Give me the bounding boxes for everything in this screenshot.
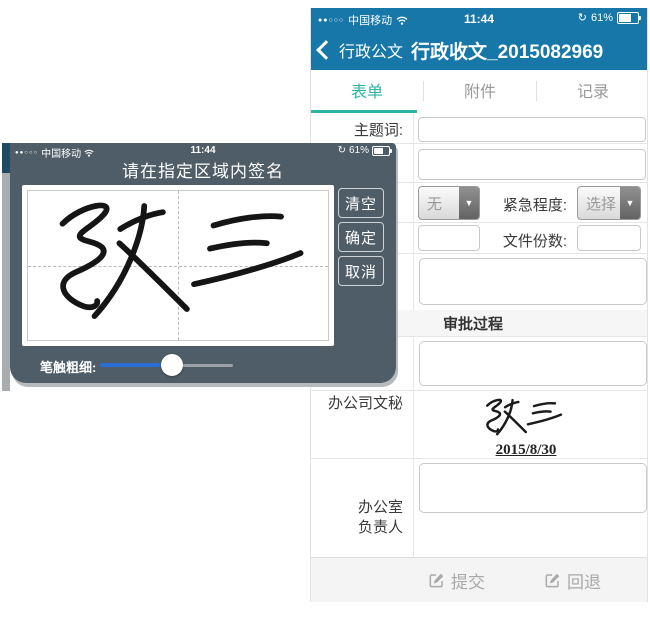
- clear-button[interactable]: 清空: [338, 188, 384, 218]
- signature-date: 2015/8/30: [461, 442, 591, 459]
- footer-bar: 提交 回退: [311, 557, 647, 602]
- rollback-button[interactable]: 回退: [544, 558, 601, 603]
- page-title: 行政收文_2015082969: [411, 37, 603, 64]
- battery-icon: [617, 12, 639, 24]
- tab-attachments[interactable]: 附件: [424, 70, 536, 110]
- tab-bar: 表单 附件 记录: [311, 70, 647, 113]
- edit-icon: [428, 572, 445, 589]
- approval-textarea[interactable]: [419, 341, 647, 386]
- dropdown-arrow-icon: ▼: [620, 187, 640, 219]
- remark-textarea[interactable]: [419, 258, 647, 305]
- battery-percent-label: 61%: [591, 12, 613, 24]
- edit-icon: [544, 572, 561, 589]
- slider-track-filled[interactable]: [100, 363, 162, 367]
- secretary-label: 办公司文秘: [311, 392, 403, 413]
- battery-icon: [372, 146, 390, 156]
- tab-records[interactable]: 记录: [537, 70, 649, 110]
- dialog-status-bar: ●●○○○ 中国移动 11:44 ↻ 61%: [10, 145, 396, 157]
- section-header: 审批过程: [443, 313, 503, 334]
- row-divider: [311, 390, 647, 391]
- tab-divider: [536, 81, 537, 101]
- cancel-button[interactable]: 取消: [338, 256, 384, 286]
- urgency-dropdown[interactable]: 选择 ▼: [577, 186, 641, 220]
- slider-track-empty[interactable]: [182, 364, 233, 367]
- orientation-lock-icon: ↻: [578, 13, 587, 24]
- manager-label-line2: 负责人: [311, 516, 403, 537]
- battery-percent-label: 61%: [349, 145, 369, 156]
- dialog-title: 请在指定区域内签名: [10, 157, 396, 182]
- back-button[interactable]: 行政公文: [339, 38, 403, 62]
- submit-label: 提交: [451, 568, 485, 593]
- stroke-width-label: 笔触粗细:: [40, 357, 96, 376]
- copies-input[interactable]: [577, 225, 641, 251]
- orientation-lock-icon: ↻: [338, 145, 346, 156]
- tab-divider: [423, 81, 424, 101]
- screenshot-root: ●●○○○ 中国移动 11:44 ↻ 61% 行政公文 行政收文_2015082…: [0, 0, 650, 625]
- back-chevron-icon[interactable]: [316, 40, 336, 60]
- confirm-button[interactable]: 确定: [338, 222, 384, 252]
- copies-label: 文件份数:: [461, 230, 567, 251]
- nav-bar: 行政公文 行政收文_2015082969: [311, 30, 647, 70]
- underlying-screen-edge-gray: [2, 173, 10, 391]
- level-dropdown-value: 无: [419, 193, 459, 214]
- signature-strokes: [30, 190, 326, 341]
- signature-image: [479, 395, 567, 442]
- slider-thumb[interactable]: [161, 354, 183, 376]
- manager-label-line1: 办公室: [311, 496, 403, 517]
- subject-input[interactable]: [418, 117, 646, 142]
- signature-canvas[interactable]: [22, 185, 334, 346]
- status-bar: ●●○○○ 中国移动 11:44 ↻ 61%: [311, 8, 647, 30]
- subject-label: 主题词:: [311, 119, 403, 140]
- tab-form[interactable]: 表单: [311, 70, 423, 110]
- submit-button[interactable]: 提交: [428, 558, 485, 603]
- underlying-screen-edge-blue: [2, 143, 10, 173]
- urgency-label: 紧急程度:: [461, 194, 567, 215]
- urgency-dropdown-value: 选择: [578, 193, 620, 214]
- text-input[interactable]: [418, 149, 646, 180]
- signature-dialog: ●●○○○ 中国移动 11:44 ↻ 61% 请在指定区域内签名 清空 确定 取…: [10, 143, 396, 383]
- header: ●●○○○ 中国移动 11:44 ↻ 61% 行政公文 行政收文_2015082…: [311, 8, 647, 70]
- manager-input[interactable]: [419, 463, 647, 513]
- rollback-label: 回退: [567, 568, 601, 593]
